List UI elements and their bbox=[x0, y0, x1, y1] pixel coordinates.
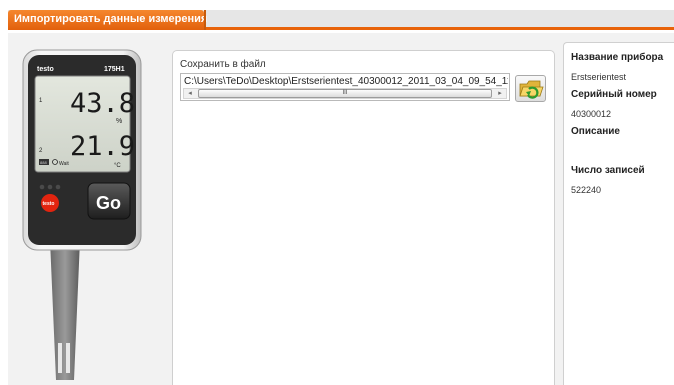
probe-slot bbox=[58, 343, 62, 373]
tab-bar: Импортировать данные измерения bbox=[0, 0, 674, 30]
led-icon bbox=[55, 184, 61, 190]
horizontal-scrollbar[interactable]: ◂ III ▸ bbox=[183, 88, 507, 99]
led-icon bbox=[47, 184, 53, 190]
serial-number-value: 40300012 bbox=[571, 109, 612, 119]
folder-icon bbox=[519, 80, 544, 99]
device-image: testo 175H1 1 43.8 % 2 21.9 °C 888 Wait … bbox=[8, 45, 163, 385]
browse-folder-button[interactable] bbox=[515, 75, 546, 102]
tab-edge bbox=[204, 10, 206, 30]
save-file-label: Сохранить в файл bbox=[180, 59, 266, 70]
logo-text: testo bbox=[43, 201, 55, 207]
record-count-label: Число записей bbox=[571, 165, 645, 176]
file-path-text[interactable]: C:\Users\TeDo\Desktop\Erstserientest_403… bbox=[184, 76, 508, 87]
tab-import-measurement-data[interactable]: Импортировать данные измерения bbox=[8, 10, 207, 30]
probe-slot bbox=[66, 343, 70, 373]
device-brand: testo bbox=[37, 66, 54, 73]
scroll-right-icon[interactable]: ▸ bbox=[494, 89, 506, 98]
description-label: Описание bbox=[571, 126, 620, 137]
probe bbox=[50, 240, 80, 380]
device-info-panel: Название прибора Erstserientest Серийный… bbox=[563, 42, 674, 385]
scroll-left-icon[interactable]: ◂ bbox=[184, 89, 196, 98]
display-unit-humidity: % bbox=[116, 118, 122, 125]
display-battery: 888 bbox=[40, 160, 47, 165]
serial-number-label: Серийный номер bbox=[571, 89, 657, 100]
device-model: 175H1 bbox=[104, 66, 125, 73]
save-file-panel: Сохранить в файл C:\Users\TeDo\Desktop\E… bbox=[172, 50, 555, 385]
display-reading-humidity: 43.8 bbox=[70, 88, 135, 119]
go-label: Go bbox=[96, 193, 121, 213]
testo-logger-illustration: testo 175H1 1 43.8 % 2 21.9 °C 888 Wait … bbox=[22, 49, 142, 380]
scroll-thumb[interactable]: III bbox=[198, 89, 492, 98]
display-unit-temperature: °C bbox=[114, 163, 121, 169]
file-path-field[interactable]: C:\Users\TeDo\Desktop\Erstserientest_403… bbox=[180, 73, 510, 101]
led-icon bbox=[39, 184, 45, 190]
display-reading-temperature: 21.9 bbox=[70, 131, 135, 162]
device-name-value: Erstserientest bbox=[571, 72, 627, 82]
record-count-value: 522240 bbox=[571, 185, 602, 195]
device-name-label: Название прибора bbox=[571, 52, 664, 63]
display-status: Wait bbox=[59, 161, 69, 167]
